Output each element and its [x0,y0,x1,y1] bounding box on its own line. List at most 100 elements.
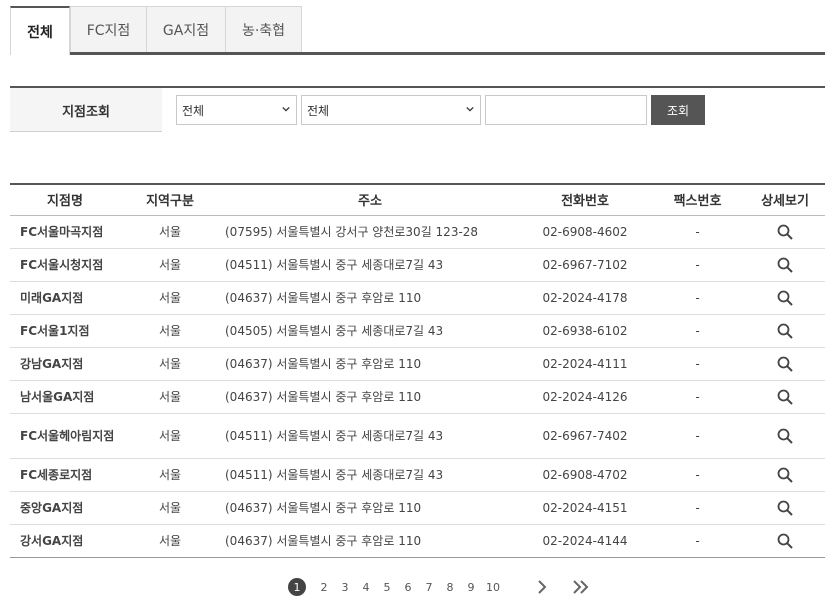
page-link[interactable]: 7 [421,578,437,596]
detail-cell [745,347,825,381]
table-row: FC서울마곡지점 서울 (07595) 서울특별시 강서구 양천로30길 123… [10,215,825,249]
tab-baseline [10,52,825,55]
branch-address: (04637) 서울특별시 중구 후암로 110 [220,347,520,381]
branch-address: (04637) 서울특별시 중구 후암로 110 [220,524,520,558]
detail-cell [745,491,825,525]
header-region: 지역구분 [120,183,220,216]
region-select[interactable]: 전체 [176,95,297,125]
branch-phone: 02-6938-6102 [520,314,650,348]
region-select-value: 전체 [182,103,205,118]
header-address: 주소 [220,183,520,216]
detail-cell [745,458,825,492]
search-button[interactable]: 조회 [651,95,705,125]
search-icon[interactable] [777,356,793,372]
page-link[interactable]: 9 [463,578,479,596]
branch-phone: 02-6908-4702 [520,458,650,492]
tab-label: 전체 [27,24,53,41]
page-link-current[interactable]: 1 [288,578,306,596]
branch-fax: - [650,413,745,459]
search-icon[interactable] [777,500,793,516]
branch-fax: - [650,347,745,381]
branch-region: 서울 [120,281,220,315]
table-row: 강서GA지점 서울 (04637) 서울특별시 중구 후암로 110 02-20… [10,524,825,558]
branch-address: (04637) 서울특별시 중구 후암로 110 [220,281,520,315]
table-row: FC서울시청지점 서울 (04511) 서울특별시 중구 세종대로7길 43 0… [10,248,825,282]
chevron-right-icon[interactable] [536,580,548,594]
branch-fax: - [650,524,745,558]
branch-region: 서울 [120,248,220,282]
table-body: FC서울마곡지점 서울 (07595) 서울특별시 강서구 양천로30길 123… [10,215,825,558]
tab-fc[interactable]: FC지점 [70,6,147,53]
tab-label: 농·축협 [241,23,286,39]
branch-name: 미래GA지점 [10,281,120,315]
branch-fax: - [650,314,745,348]
detail-cell [745,314,825,348]
tab-all[interactable]: 전체 [10,6,70,55]
double-chevron-right-icon[interactable] [572,580,590,594]
tab-ga[interactable]: GA지점 [146,6,226,53]
pagination: 1 2 3 4 5 6 7 8 9 10 [0,578,835,598]
branch-address: (04505) 서울특별시 중구 세종대로7길 43 [220,314,520,348]
branch-region: 서울 [120,524,220,558]
search-icon[interactable] [777,428,793,444]
tab-bar: 전체 FC지점 GA지점 농·축협 [10,6,825,55]
search-icon[interactable] [777,257,793,273]
search-icon[interactable] [777,224,793,240]
tab-label: FC지점 [86,23,131,39]
branch-region: 서울 [120,458,220,492]
chevron-down-icon [282,106,290,112]
branch-name: FC세종로지점 [10,458,120,492]
branch-phone: 02-2024-4111 [520,347,650,381]
detail-cell [745,281,825,315]
branch-fax: - [650,458,745,492]
branch-phone: 02-6908-4602 [520,215,650,249]
search-icon[interactable] [777,467,793,483]
branch-fax: - [650,380,745,414]
search-icon[interactable] [777,290,793,306]
branch-phone: 02-2024-4178 [520,281,650,315]
branch-fax: - [650,491,745,525]
page-link[interactable]: 4 [358,578,374,596]
table-row: 미래GA지점 서울 (04637) 서울특별시 중구 후암로 110 02-20… [10,281,825,315]
branch-region: 서울 [120,413,220,459]
branch-region: 서울 [120,491,220,525]
branch-address: (04637) 서울특별시 중구 후암로 110 [220,380,520,414]
search-fields: 전체 전체 조회 [162,88,825,132]
header-phone: 전화번호 [520,183,650,216]
branch-name: FC서울1지점 [10,314,120,348]
page-link[interactable]: 8 [442,578,458,596]
page-link[interactable]: 2 [316,578,332,596]
page-link[interactable]: 3 [337,578,353,596]
page-link[interactable]: 10 [483,578,503,596]
search-icon[interactable] [777,323,793,339]
district-select[interactable]: 전체 [301,95,481,125]
header-detail: 상세보기 [745,183,825,216]
table-row: FC세종로지점 서울 (04511) 서울특별시 중구 세종대로7길 43 02… [10,458,825,492]
search-icon[interactable] [777,389,793,405]
page-link[interactable]: 6 [400,578,416,596]
table-row: 중앙GA지점 서울 (04637) 서울특별시 중구 후암로 110 02-20… [10,491,825,525]
branch-table: 지점명 지역구분 주소 전화번호 팩스번호 상세보기 FC서울마곡지점 서울 (… [10,183,825,558]
table-row: 강남GA지점 서울 (04637) 서울특별시 중구 후암로 110 02-20… [10,347,825,381]
branch-phone: 02-2024-4151 [520,491,650,525]
branch-name: FC서울헤아림지점 [10,413,120,459]
chevron-down-icon [466,106,474,112]
branch-name: 중앙GA지점 [10,491,120,525]
tab-label: GA지점 [162,23,210,39]
tab-nonghyup[interactable]: 농·축협 [225,6,302,53]
branch-name: 남서울GA지점 [10,380,120,414]
search-input[interactable] [485,95,647,125]
branch-phone: 02-2024-4144 [520,524,650,558]
detail-cell [745,413,825,459]
branch-address: (04511) 서울특별시 중구 세종대로7길 43 [220,413,520,459]
branch-region: 서울 [120,347,220,381]
branch-phone: 02-6967-7102 [520,248,650,282]
branch-address: (04511) 서울특별시 중구 세종대로7길 43 [220,248,520,282]
district-select-value: 전체 [307,103,330,118]
table-header-row: 지점명 지역구분 주소 전화번호 팩스번호 상세보기 [10,183,825,216]
branch-fax: - [650,248,745,282]
branch-phone: 02-6967-7402 [520,413,650,459]
table-row: 남서울GA지점 서울 (04637) 서울특별시 중구 후암로 110 02-2… [10,380,825,414]
search-icon[interactable] [777,533,793,549]
page-link[interactable]: 5 [379,578,395,596]
